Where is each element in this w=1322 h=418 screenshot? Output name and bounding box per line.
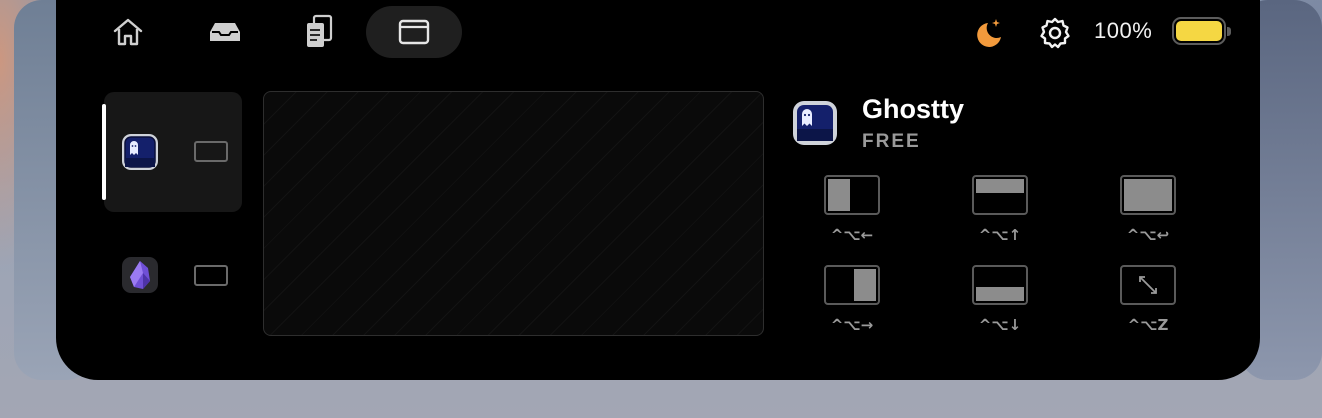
ghostty-icon	[121, 133, 159, 171]
battery-level	[1176, 21, 1222, 41]
resize-arrows-icon	[1139, 276, 1157, 294]
window-thumbnail	[194, 265, 228, 286]
app-name: Ghostty	[862, 94, 965, 124]
shortcut-label: ^⌥↑	[978, 226, 1022, 244]
night-shift-toggle[interactable]	[972, 16, 1006, 55]
layout-right-half-button[interactable]	[824, 265, 880, 305]
window-thumbnail	[194, 141, 228, 162]
layout-fill-button[interactable]	[1120, 175, 1176, 215]
ghostty-icon	[792, 100, 838, 146]
house-icon	[113, 18, 143, 46]
tab-files[interactable]	[271, 6, 367, 58]
battery-percent: 100%	[1094, 18, 1153, 43]
layout-bottom-half-button[interactable]	[972, 265, 1028, 305]
tab-tray[interactable]	[177, 6, 273, 58]
shortcut-label: ^⌥↩	[1126, 226, 1170, 244]
settings-button[interactable]	[1039, 17, 1071, 54]
battery-icon	[1172, 17, 1231, 47]
window-preview	[263, 91, 764, 336]
moon-stars-icon	[977, 19, 1001, 47]
shortcut-label: ^⌥←	[830, 226, 874, 244]
selection-indicator	[102, 104, 106, 200]
tab-home[interactable]	[80, 6, 176, 58]
gear-icon	[1040, 17, 1070, 49]
obsidian-icon	[121, 256, 159, 294]
shortcut-label: ^⌥Z	[1127, 316, 1169, 334]
layout-restore-button[interactable]	[1120, 265, 1176, 305]
shortcut-label: ^⌥→	[830, 316, 874, 334]
tray-icon	[210, 23, 240, 41]
layout-left-half-button[interactable]	[824, 175, 880, 215]
plan-badge: FREE	[862, 131, 921, 152]
shortcut-label: ^⌥↓	[978, 316, 1022, 334]
documents-icon	[307, 14, 333, 47]
window-icon	[398, 19, 430, 45]
tab-windows[interactable]	[366, 6, 462, 58]
layout-top-half-button[interactable]	[972, 175, 1028, 215]
